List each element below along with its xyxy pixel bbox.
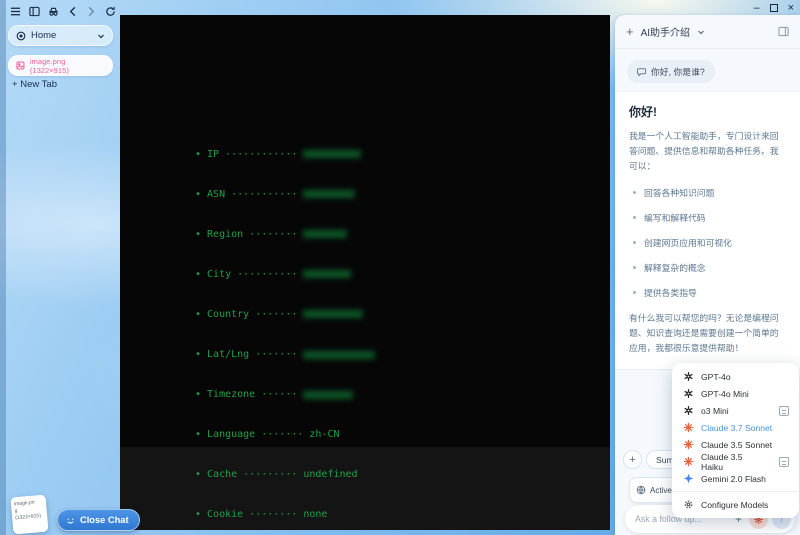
terminal-line: • ASN ··········· (195, 188, 580, 201)
chat-title-chevron[interactable] (697, 28, 705, 36)
close-chat-button[interactable]: Close Chat (57, 509, 140, 531)
plus-icon: + (12, 79, 18, 90)
window-controls: – × (753, 2, 794, 14)
assistant-message: 你好! 我是一个人工智能助手，专门设计来回答问题、提供信息和帮助各种任务。我可以… (615, 91, 800, 370)
openai-icon (682, 371, 694, 383)
redacted-value (303, 230, 348, 239)
redacted-value (303, 350, 376, 359)
bullet-dot (633, 191, 636, 194)
model-menu: GPT-4o GPT-4o Mini o3 Mini Claude 3.7 So… (672, 363, 799, 518)
model-item-o3-mini[interactable]: o3 Mini (672, 402, 799, 419)
model-item-gpt-4o[interactable]: GPT-4o (672, 368, 799, 385)
window-edge-strip (0, 0, 6, 535)
add-context-button[interactable]: + (623, 450, 642, 469)
model-item-claude-3-5-sonnet[interactable]: Claude 3.5 Sonnet (672, 436, 799, 453)
menu-divider (672, 491, 799, 492)
capability-list: 回答各种知识问题 编写和解释代码 创建网页应用和可视化 解释复杂的概念 提供各类… (633, 186, 786, 299)
browser-toolbar (8, 4, 117, 18)
terminal-line: • Region ········ (195, 228, 580, 241)
chat-bubble-icon (637, 68, 646, 76)
user-message-row: 你好, 你是谁? (615, 49, 800, 91)
globe-icon (636, 485, 646, 495)
terminal-line: • Timezone ······ (195, 388, 580, 401)
terminal-line: • Cookie ········ none (195, 508, 328, 520)
claude-icon (682, 422, 694, 434)
list-item: 编写和解释代码 (633, 211, 786, 224)
claude-icon (682, 439, 694, 451)
minimize-button[interactable]: – (753, 2, 759, 14)
new-tab-label: New Tab (20, 79, 57, 90)
openai-icon (682, 388, 694, 400)
smiley-icon (67, 517, 74, 523)
user-message-text: 你好, 你是谁? (651, 67, 705, 77)
list-item: 解释复杂的概念 (633, 261, 786, 274)
assistant-greeting: 你好! (629, 105, 657, 119)
chat-panel-header: + AI助手介绍 (615, 15, 800, 49)
user-message-bubble: 你好, 你是谁? (627, 60, 715, 83)
terminal-output: • IP ············ • ASN ··········· • Re… (195, 121, 580, 535)
terminal-line: • Country ······· (195, 308, 580, 321)
bullet-dot (633, 291, 636, 294)
back-icon[interactable] (65, 4, 79, 18)
configure-models-item[interactable]: Configure Models (672, 496, 799, 513)
chat-title: AI助手介绍 (640, 28, 691, 39)
openai-icon (682, 405, 694, 417)
menu-icon[interactable] (8, 4, 22, 18)
terminal-line: • IP ············ (195, 148, 580, 161)
terminal-line: • Cache ········· undefined (195, 468, 358, 480)
gemini-icon (682, 473, 694, 485)
redacted-value (303, 190, 356, 199)
new-tab-button[interactable]: + New Tab (12, 79, 57, 90)
assistant-intro: 我是一个人工智能助手，专门设计来回答问题、提供信息和帮助各种任务。我可以： (629, 131, 779, 171)
image-icon (16, 61, 25, 70)
list-item: 提供各类指导 (633, 286, 786, 299)
redacted-value (303, 390, 354, 399)
home-tab[interactable]: Home (8, 25, 113, 46)
redacted-value (303, 150, 362, 159)
image-tab[interactable]: image.png (1322×915) (8, 55, 113, 76)
gear-icon (682, 499, 694, 511)
list-item: 创建网页应用和可视化 (633, 236, 786, 249)
reasoning-badge-icon (779, 456, 789, 467)
model-item-claude-3-7-sonnet[interactable]: Claude 3.7 Sonnet (672, 419, 799, 436)
maximize-button[interactable] (769, 4, 778, 12)
claude-icon (682, 456, 694, 468)
forward-icon[interactable] (84, 4, 98, 18)
sidebar-toggle-icon[interactable] (27, 4, 41, 18)
image-tab-label: image.png (1322×915) (29, 56, 69, 75)
new-chat-button[interactable]: + (626, 24, 634, 39)
redacted-value (303, 310, 364, 319)
home-icon (16, 31, 26, 40)
incognito-icon[interactable] (46, 4, 60, 18)
list-item: 回答各种知识问题 (633, 186, 786, 199)
reasoning-badge-icon (779, 405, 789, 416)
bullet-dot (633, 241, 636, 244)
model-item-claude-3-5-haiku[interactable]: Claude 3.5 Haiku (672, 452, 799, 472)
model-item-gemini-2-0-flash[interactable]: Gemini 2.0 Flash (672, 470, 799, 487)
home-tab-label: Home (31, 30, 57, 41)
close-button[interactable]: × (788, 2, 794, 14)
assistant-closing: 有什么我可以帮您的吗？无论是编程问题、知识查询还是需要创建一个简单的应用，我都很… (629, 313, 779, 353)
terminal-line: • Language ······· zh-CN (195, 428, 340, 440)
reload-icon[interactable] (103, 4, 117, 18)
redacted-value (303, 270, 352, 279)
drag-preview-card[interactable]: image.pn g (1322×915) (10, 494, 49, 535)
drag-preview-text: (1322×915) (15, 513, 42, 522)
terminal-line: • City ·········· (195, 268, 580, 281)
terminal-line: • Lat/Lng ······· (195, 348, 580, 361)
model-item-gpt-4o-mini[interactable]: GPT-4o Mini (672, 385, 799, 402)
bullet-dot (633, 216, 636, 219)
collapse-panel-icon[interactable] (778, 26, 789, 37)
bullet-dot (633, 266, 636, 269)
chevron-down-icon (98, 34, 104, 38)
close-chat-label: Close Chat (80, 515, 129, 525)
